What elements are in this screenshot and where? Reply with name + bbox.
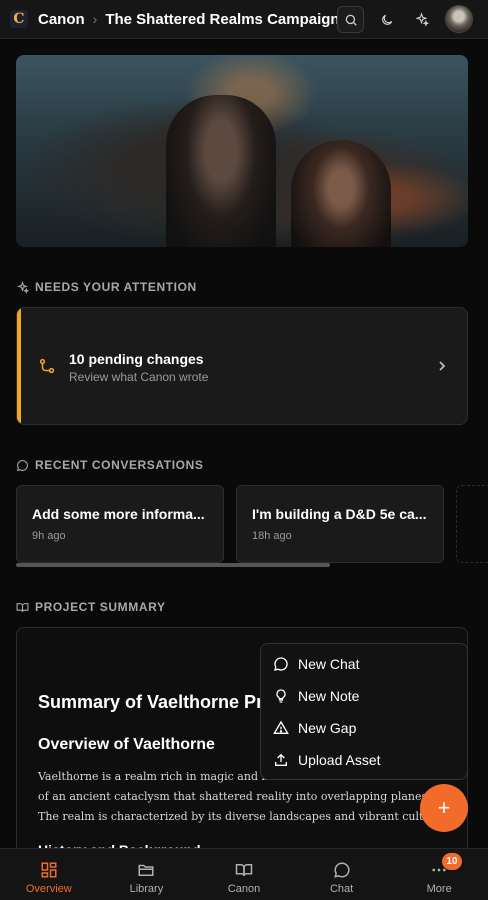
conversations-label-text: RECENT CONVERSATIONS: [35, 458, 204, 472]
brand-name[interactable]: Canon: [38, 11, 85, 28]
menu-item-label: New Chat: [298, 656, 360, 672]
chevron-right-icon: [439, 361, 446, 371]
breadcrumb-chevron-icon: ›: [92, 11, 98, 27]
nav-item-overview[interactable]: Overview: [0, 849, 98, 900]
chat-bubble-icon: [273, 656, 291, 672]
notification-badge: 10: [442, 853, 462, 870]
nav-item-more[interactable]: 10 More: [390, 849, 488, 900]
menu-item-label: Upload Asset: [298, 752, 381, 768]
attention-accent-bar: [17, 308, 21, 424]
git-pull-request-icon: [39, 358, 55, 374]
warning-triangle-icon: [273, 720, 291, 736]
new-chat-menu-item[interactable]: New Chat: [261, 648, 467, 680]
conversations-section-label: RECENT CONVERSATIONS: [16, 458, 203, 472]
nav-label: More: [426, 883, 452, 895]
upload-icon: [273, 752, 291, 768]
nav-item-library[interactable]: Library: [98, 849, 196, 900]
create-fab-button[interactable]: +: [420, 784, 468, 832]
nav-label: Canon: [227, 883, 261, 895]
create-menu: New Chat New Note New Gap Upload Asset: [260, 643, 468, 780]
summary-subheading: Overview of Vaelthorne: [38, 736, 215, 753]
summary-line: of an ancient cataclysm that shattered r…: [38, 790, 428, 803]
search-icon: [345, 14, 357, 26]
lightbulb-icon: [273, 688, 291, 704]
nav-label: Chat: [329, 883, 354, 895]
chat-icon: [333, 862, 350, 878]
sparkles-icon: [16, 280, 29, 294]
project-hero-image: [16, 55, 468, 247]
nav-item-canon[interactable]: Canon: [195, 849, 293, 900]
attention-section-label: NEEDS YOUR ATTENTION: [16, 280, 197, 294]
folder-icon: [138, 864, 154, 876]
summary-section-label: PROJECT SUMMARY: [16, 600, 166, 614]
nav-item-chat[interactable]: Chat: [293, 849, 391, 900]
conversation-date: 18h ago: [252, 530, 292, 542]
open-book-icon: [16, 601, 29, 614]
nav-label: Library: [129, 883, 164, 895]
menu-item-label: New Gap: [298, 720, 357, 736]
theme-toggle-button[interactable]: [373, 6, 400, 33]
grid-icon: [41, 862, 57, 878]
book-icon: [235, 864, 253, 877]
conversation-date: 9h ago: [32, 530, 66, 542]
pending-changes-card[interactable]: 10 pending changes Review what Canon wro…: [16, 307, 468, 425]
bottom-nav: Overview Library Canon Chat 10 More: [0, 848, 488, 900]
pending-changes-title: 10 pending changes: [69, 351, 204, 367]
conversations-scrollbar[interactable]: [16, 563, 330, 567]
app-header: C Canon › The Shattered Realms Campaign: [0, 0, 488, 39]
chat-bubble-icon: [16, 459, 29, 472]
sparkles-icon: [415, 12, 429, 27]
summary-line: The realm is characterized by its divers…: [38, 810, 436, 823]
summary-heading: Summary of Vaelthorne Pro: [38, 692, 275, 712]
conversation-card[interactable]: Add some more informa... 9h ago: [16, 485, 224, 563]
canon-logo[interactable]: C: [10, 10, 28, 28]
new-gap-menu-item[interactable]: New Gap: [261, 712, 467, 744]
search-button[interactable]: [337, 6, 364, 33]
user-avatar[interactable]: [445, 5, 473, 33]
ai-sparkles-button[interactable]: [408, 6, 435, 33]
menu-item-label: New Note: [298, 688, 360, 704]
conversation-title: I'm building a D&D 5e ca...: [252, 506, 427, 522]
upload-asset-menu-item[interactable]: Upload Asset: [261, 744, 467, 776]
conversation-card[interactable]: I'm building a D&D 5e ca... 18h ago: [236, 485, 444, 563]
conversation-title: Add some more informa...: [32, 506, 205, 522]
project-title[interactable]: The Shattered Realms Campaign: [105, 11, 339, 28]
moon-icon: [381, 14, 392, 25]
attention-label-text: NEEDS YOUR ATTENTION: [35, 280, 197, 294]
summary-label-text: PROJECT SUMMARY: [35, 600, 166, 614]
pending-changes-subtitle: Review what Canon wrote: [69, 370, 209, 384]
hero-figure-companion: [291, 140, 391, 247]
new-note-menu-item[interactable]: New Note: [261, 680, 467, 712]
nav-label: Overview: [25, 883, 72, 895]
conversation-card-partial[interactable]: [456, 485, 488, 563]
hero-figure-warrior: [166, 95, 276, 247]
